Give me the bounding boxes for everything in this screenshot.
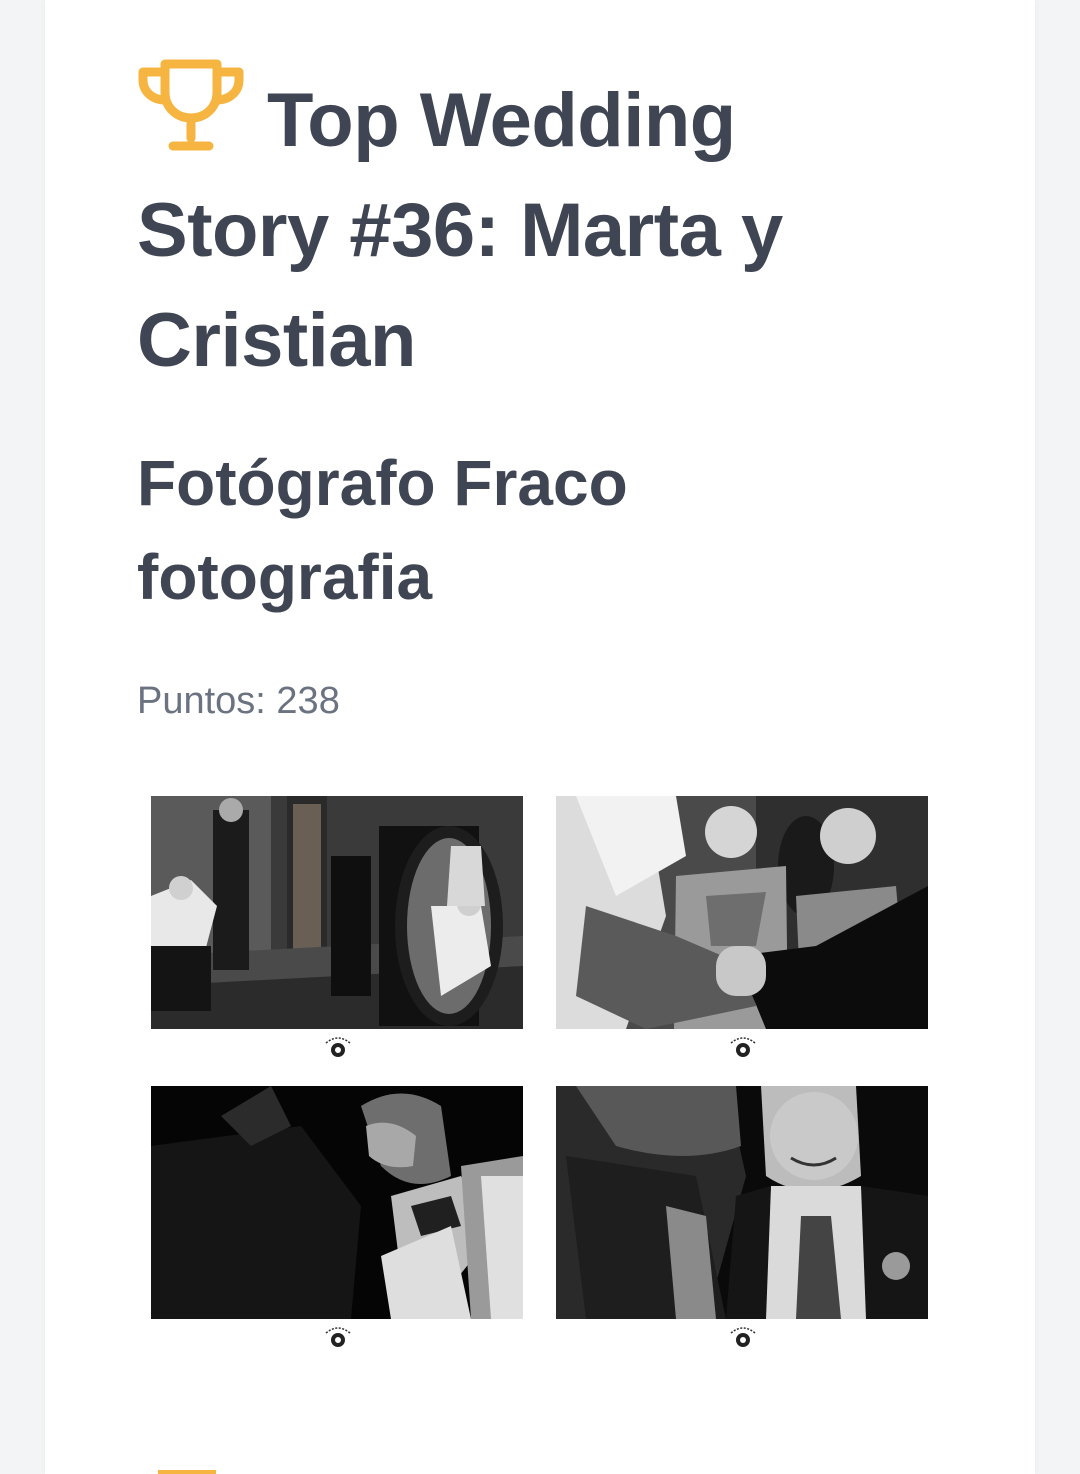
photo-gallery xyxy=(151,796,931,1366)
gallery-item[interactable] xyxy=(556,1086,928,1356)
wedding-story-logo-icon xyxy=(730,1037,756,1057)
gallery-photo[interactable] xyxy=(556,1086,928,1319)
gallery-photo[interactable] xyxy=(151,796,523,1029)
wedding-story-logo-icon xyxy=(325,1037,351,1057)
gallery-photo[interactable] xyxy=(151,1086,523,1319)
points-score: Puntos: 238 xyxy=(137,680,340,722)
wedding-story-logo-icon xyxy=(325,1327,351,1347)
gallery-item[interactable] xyxy=(151,1086,523,1356)
story-card: Top Wedding Story #36: Marta y Cristian … xyxy=(45,0,1035,1474)
wedding-story-logo-icon xyxy=(730,1327,756,1347)
next-section-accent xyxy=(158,1470,216,1474)
photographer-name: Fotógrafo Fraco fotografia xyxy=(137,447,628,613)
gallery-item[interactable] xyxy=(556,796,928,1066)
trophy-icon xyxy=(138,59,244,151)
page-title: Top Wedding Story #36: Marta y Cristian xyxy=(137,58,937,396)
gallery-photo[interactable] xyxy=(556,796,928,1029)
gallery-item[interactable] xyxy=(151,796,523,1066)
